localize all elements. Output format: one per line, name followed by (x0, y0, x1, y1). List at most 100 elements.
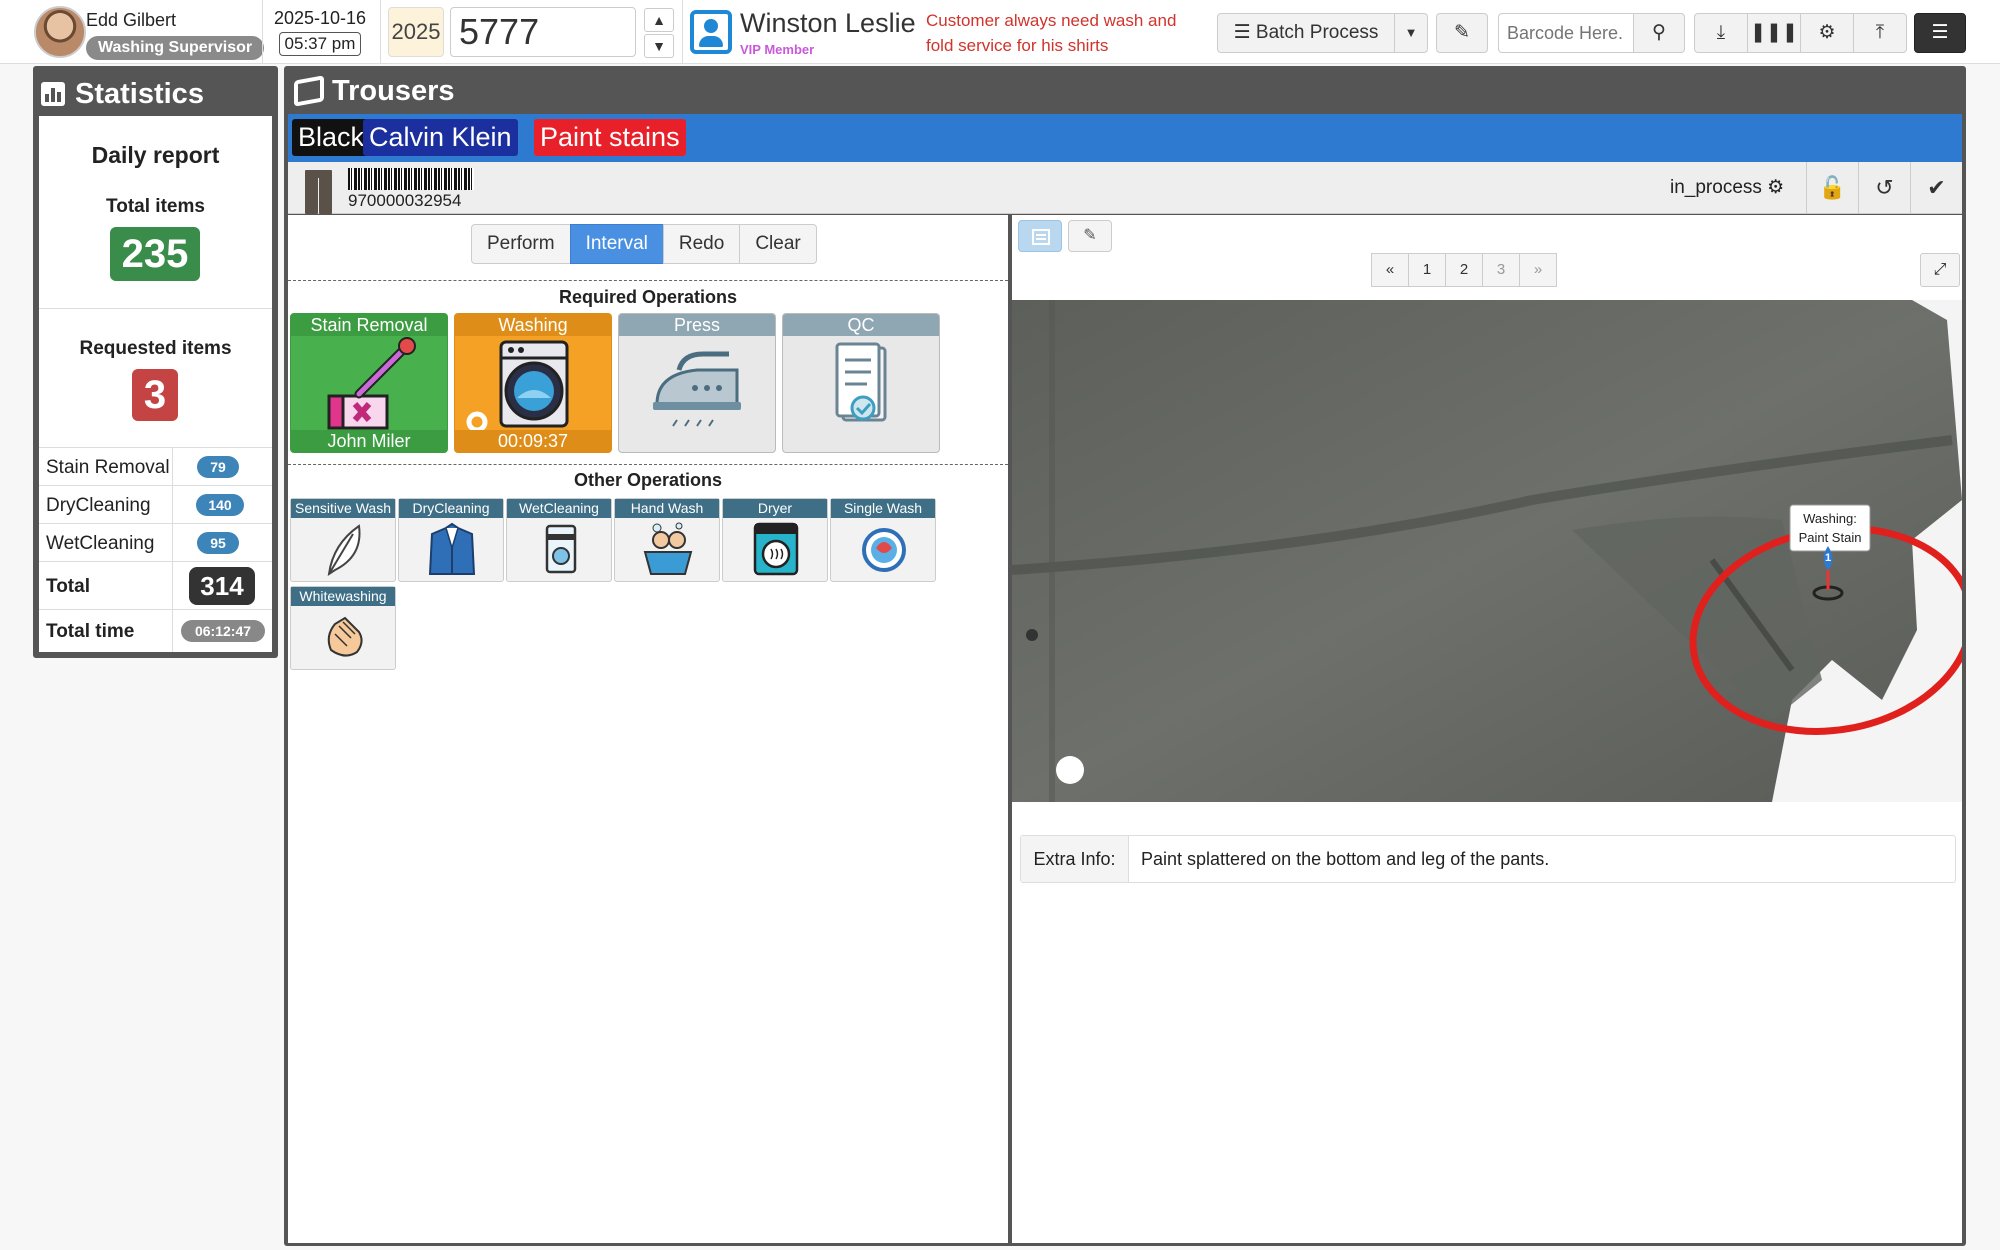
edit-button[interactable]: ✎ (1436, 13, 1488, 53)
op-label: Hand Wash (615, 499, 719, 518)
op-card-operator: John Miler (291, 430, 447, 452)
image-viewer: ✎ « 1 2 3 » ⤢ Washing: Paint Stain 1 Ext… (1012, 215, 1962, 1243)
op-whitewashing[interactable]: Whitewashing (290, 586, 396, 670)
tag-defect[interactable]: Paint stains (534, 119, 686, 156)
download-icon: ⤓ (1716, 22, 1726, 43)
edit-image-button[interactable]: ✎ (1068, 220, 1112, 252)
search-button[interactable]: ⚲ (1633, 13, 1685, 53)
op-label: Whitewashing (291, 587, 395, 606)
increment-up-button[interactable]: ▲ (644, 8, 674, 32)
tag-color[interactable]: Black (292, 119, 371, 156)
image-pager: « 1 2 3 » (1371, 253, 1557, 287)
pager-prev-button[interactable]: « (1371, 253, 1409, 287)
pager-page-1[interactable]: 1 (1408, 253, 1446, 287)
marker-label-line1: Washing: (1803, 511, 1857, 526)
op-card-label: QC (783, 314, 939, 336)
mode-redo-button[interactable]: Redo (662, 224, 741, 264)
gears-icon: ⚙ (1818, 22, 1836, 43)
total-items-count: 235 (110, 227, 200, 281)
op-dryer[interactable]: Dryer (722, 498, 828, 582)
divider (288, 280, 1008, 281)
upload-button[interactable]: ⤒ (1853, 13, 1907, 53)
date-time-box: 2025-10-16 05:37 pm (270, 8, 370, 56)
item-panel: Trousers Black Calvin Klein Paint stains… (284, 66, 1966, 1246)
op-label: Single Wash (831, 499, 935, 518)
daily-report-title: Daily report (91, 142, 220, 168)
stat-time-label: Total time (46, 621, 135, 642)
checklist-icon (835, 342, 887, 422)
view-button[interactable] (1018, 220, 1062, 252)
stat-row-stain-removal: Stain Removal 79 (39, 447, 272, 485)
barcode-input[interactable] (1498, 13, 1634, 53)
marker-label: Washing: Paint Stain (1790, 505, 1870, 547)
item-info-bar: 970000032954 in_process ⚙ 🔓 ↺ ✔ (288, 162, 1962, 214)
batch-process-button[interactable]: ☰ Batch Process (1217, 13, 1395, 53)
list-icon: ☰ (1233, 22, 1251, 43)
year-selector[interactable]: 2025 (388, 7, 444, 57)
history-button[interactable]: ↺ (1858, 162, 1910, 214)
mode-interval-button[interactable]: Interval (569, 224, 664, 264)
op-card-qc[interactable]: QC (782, 313, 940, 453)
op-label: DryCleaning (399, 499, 503, 518)
unlock-icon: 🔓 (1818, 175, 1847, 200)
barcode-button[interactable]: ❚❚❚ (1747, 13, 1801, 53)
item-status[interactable]: in_process ⚙ (1670, 176, 1784, 199)
download-button[interactable]: ⤓ (1694, 13, 1748, 53)
statistics-title: Statistics (41, 72, 204, 116)
search-icon: ⚲ (1652, 22, 1666, 43)
list-view-icon (1032, 229, 1050, 245)
clap-hands-icon (327, 616, 363, 657)
op-card-label: Washing (455, 314, 611, 336)
edit-icon: ✎ (1083, 227, 1097, 244)
unlock-button[interactable]: 🔓 (1806, 162, 1858, 214)
divider (682, 0, 683, 64)
order-number-input[interactable]: 5777 (450, 7, 636, 57)
batch-process-label: Batch Process (1255, 22, 1379, 43)
trousers-icon (302, 166, 334, 214)
op-wetcleaning[interactable]: WetCleaning (506, 498, 612, 582)
pager-page-2[interactable]: 2 (1445, 253, 1483, 287)
op-card-stain-removal[interactable]: Stain Removal John Miler (290, 313, 448, 453)
stat-row-total-time: Total time 06:12:47 (39, 609, 272, 652)
increment-down-button[interactable]: ▼ (644, 34, 674, 58)
statistics-body: Daily report Total items 235 Requested i… (39, 116, 272, 652)
upload-icon: ⤒ (1875, 22, 1885, 43)
op-card-label: Press (619, 314, 775, 336)
op-sensitive-wash[interactable]: Sensitive Wash (290, 498, 396, 582)
stat-total-value: 314 (189, 567, 255, 605)
op-hand-wash[interactable]: Hand Wash (614, 498, 720, 582)
op-card-washing[interactable]: Washing 00:09:37 (454, 313, 612, 453)
check-double-icon: ✔ (1927, 175, 1946, 200)
op-single-wash[interactable]: Single Wash (830, 498, 936, 582)
trousers-photo (1012, 300, 1962, 802)
marker-pin[interactable]: 1 (1821, 552, 1835, 564)
suit-icon (428, 522, 476, 575)
complete-button[interactable]: ✔ (1910, 162, 1962, 214)
pager-page-3[interactable]: 3 (1482, 253, 1520, 287)
barcode-icon: ❚❚❚ (1750, 22, 1798, 43)
washing-machine-icon (466, 340, 569, 433)
batch-dropdown-button[interactable]: ▼ (1394, 13, 1428, 53)
mode-perform-button[interactable]: Perform (471, 224, 571, 264)
settings-button[interactable]: ⚙ (1800, 13, 1854, 53)
menu-button[interactable]: ☰ (1914, 13, 1966, 53)
op-drycleaning[interactable]: DryCleaning (398, 498, 504, 582)
tag-color-label: Black (298, 122, 365, 152)
extra-info-box: Extra Info: Paint splattered on the bott… (1020, 835, 1956, 883)
pager-next-button[interactable]: » (1519, 253, 1557, 287)
user-box[interactable]: Edd Gilbert Washing Supervisor (34, 6, 265, 60)
item-status-label: in_process (1670, 177, 1762, 198)
tag-defect-label: Paint stains (540, 122, 680, 152)
customer-name[interactable]: Winston Leslie (740, 8, 916, 39)
fullscreen-button[interactable]: ⤢ (1920, 253, 1960, 287)
garment-photo[interactable]: Washing: Paint Stain 1 (1012, 300, 1962, 802)
op-card-press[interactable]: Press (618, 313, 776, 453)
history-icon: ↺ (1875, 175, 1894, 200)
statistics-panel: Statistics Daily report Total items 235 … (33, 66, 278, 658)
tag-brand[interactable]: Calvin Klein (363, 119, 518, 156)
edit-icon: ✎ (1454, 22, 1470, 43)
extra-info-text: Paint splattered on the bottom and leg o… (1141, 849, 1550, 869)
avatar (34, 6, 86, 58)
dropper-icon (327, 337, 416, 430)
mode-clear-button[interactable]: Clear (739, 224, 817, 264)
